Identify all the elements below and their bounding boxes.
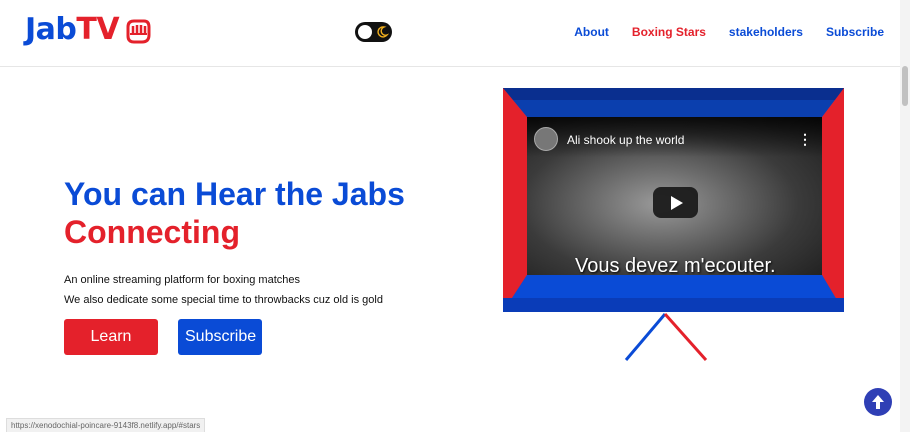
moon-icon [377, 26, 389, 38]
navbar: Jab TV About Boxing Stars stakeholders S… [0, 0, 900, 67]
video-caption: Vous devez m'ecouter. [575, 255, 776, 275]
nav-subscribe-link[interactable]: Subscribe [826, 25, 884, 39]
logo-tv-text: TV [76, 12, 120, 47]
video-screen: Ali shook up the world ⋮ Vous devez m'ec… [503, 88, 844, 312]
status-bar-url: https://xenodochial-poincare-9143f8.netl… [6, 418, 206, 432]
theme-toggle[interactable] [355, 22, 392, 42]
hero-desc-line1: An online streaming platform for boxing … [64, 274, 301, 286]
channel-avatar[interactable] [534, 127, 558, 151]
nav-links: About Boxing Stars stakeholders Subscrib… [574, 25, 884, 39]
arrow-up-icon [872, 395, 884, 409]
logo[interactable]: Jab TV [25, 12, 152, 47]
video-player[interactable]: Ali shook up the world ⋮ Vous devez m'ec… [527, 117, 822, 275]
nav-about-link[interactable]: About [574, 25, 609, 39]
hero-description: An online streaming platform for boxing … [64, 270, 383, 310]
more-options-icon[interactable]: ⋮ [798, 132, 812, 146]
boxing-glove-icon [126, 19, 151, 43]
hero-desc-line2: We also dedicate some special time to th… [64, 294, 383, 306]
video-title[interactable]: Ali shook up the world [567, 133, 684, 147]
toggle-knob [358, 25, 372, 39]
logo-jab-text: Jab [25, 12, 77, 47]
scroll-to-top-button[interactable] [864, 388, 892, 416]
hero-title-line1: You can Hear the Jabs [64, 176, 405, 212]
nav-stakeholders-link[interactable]: stakeholders [729, 25, 803, 39]
hero-title-line2: Connecting [64, 214, 240, 250]
scrollbar-thumb[interactable] [902, 66, 908, 106]
nav-boxing-stars-link[interactable]: Boxing Stars [632, 25, 706, 39]
subscribe-button[interactable]: Subscribe [178, 319, 262, 355]
play-button[interactable] [653, 187, 698, 218]
page-scrollbar[interactable] [900, 0, 910, 432]
learn-more-button[interactable]: Learn More [64, 319, 158, 381]
hero-title: You can Hear the Jabs Connecting [64, 175, 405, 251]
easel-stand [624, 313, 708, 361]
